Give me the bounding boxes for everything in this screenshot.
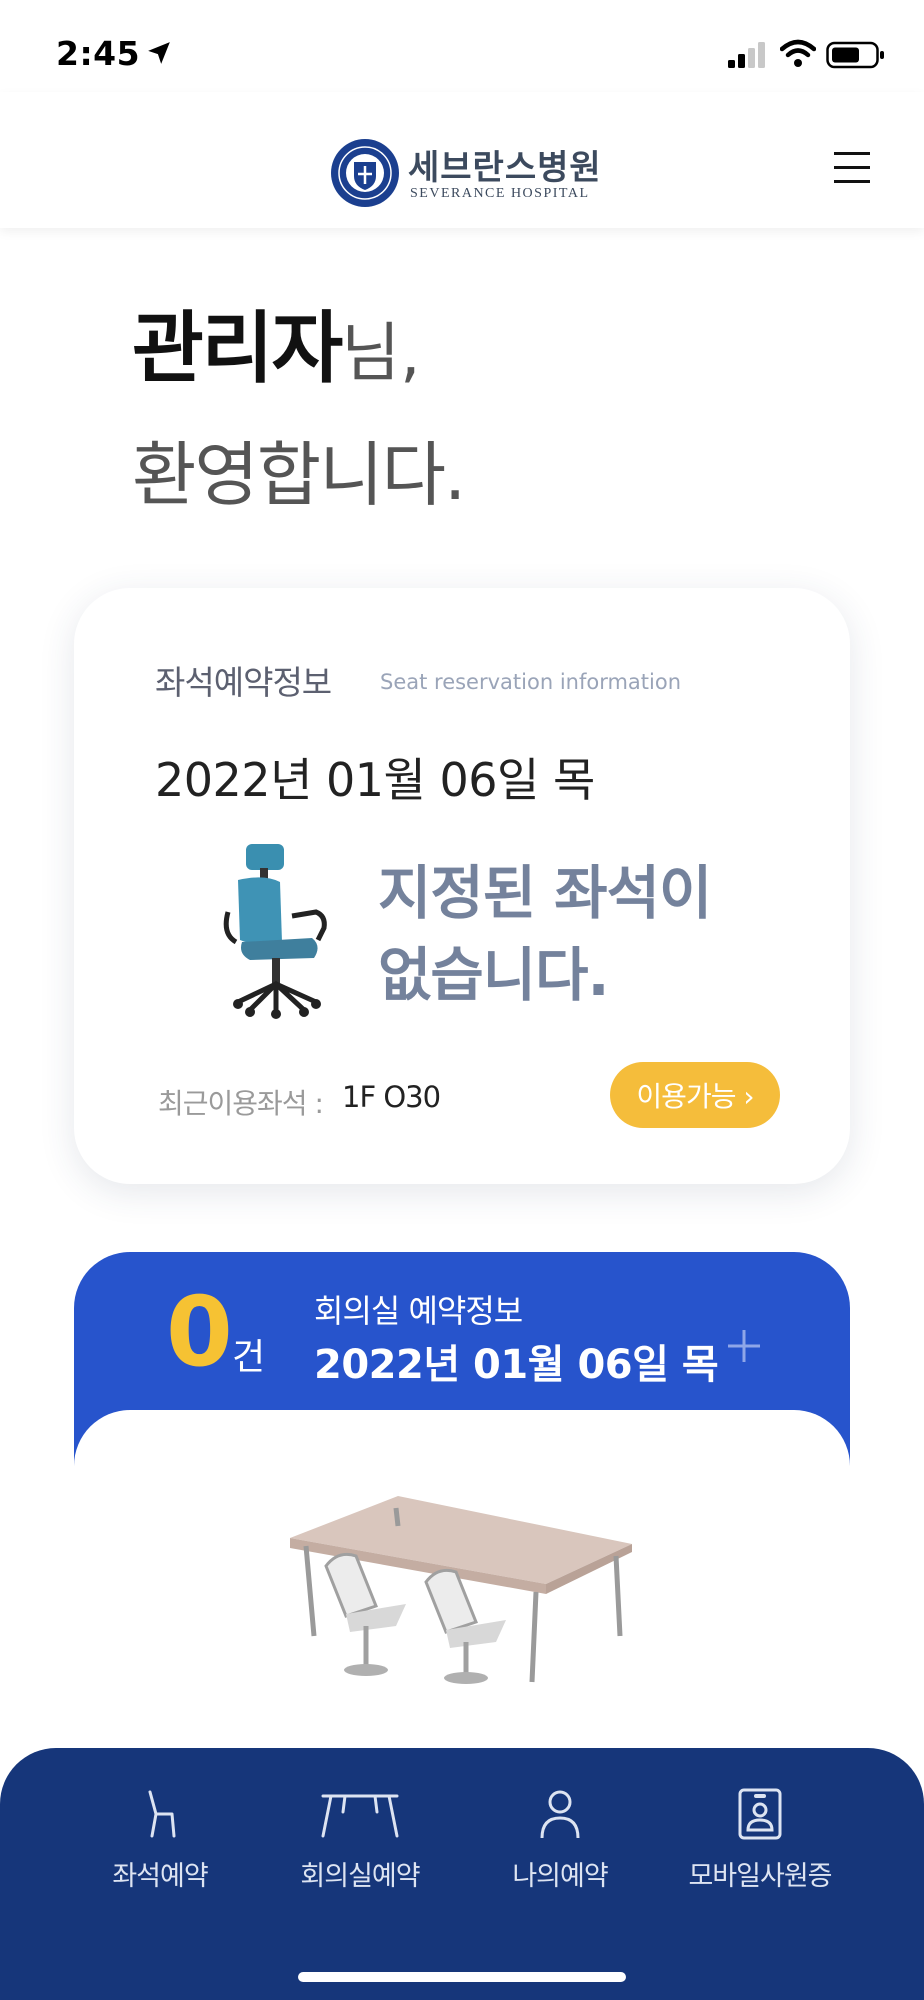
hamburger-menu-icon[interactable] <box>832 150 872 186</box>
no-seat-message-line1: 지정된 좌석이 <box>378 859 712 927</box>
chair-icon <box>148 1790 176 1838</box>
battery-icon <box>826 41 884 69</box>
nav-item-my-reservation[interactable]: 나의예약 <box>460 1786 660 1896</box>
nav-label-my: 나의예약 <box>512 1861 608 1892</box>
logo-korean-text: 세브란스병원 <box>408 148 602 188</box>
greeting-name-line: 관리자님, <box>132 310 421 388</box>
greeting-welcome: 환영합니다. <box>132 434 466 516</box>
id-badge-icon <box>738 1788 782 1840</box>
person-icon <box>540 1790 580 1839</box>
no-seat-message-line2: 없습니다. <box>378 941 609 1009</box>
nav-label-id: 모바일사원증 <box>688 1861 832 1892</box>
nav-label-seat: 좌석예약 <box>112 1861 208 1892</box>
office-chair-illustration <box>223 844 327 1019</box>
seat-card-title: 좌석예약정보 <box>155 663 332 702</box>
user-name: 관리자 <box>132 304 343 394</box>
nav-item-mobile-id[interactable]: 모바일사원증 <box>660 1786 860 1896</box>
nav-label-meeting: 회의실예약 <box>300 1861 420 1892</box>
nav-item-meeting-room[interactable]: 회의실예약 <box>260 1786 460 1896</box>
available-button[interactable]: 이용가능 › <box>610 1062 780 1128</box>
seat-card-title-en: Seat reservation information <box>380 670 682 694</box>
logo-english-text: SEVERANCE HOSPITAL <box>410 186 590 201</box>
cellular-signal-icon <box>728 42 765 68</box>
meeting-card-date: 2022년 01월 06일 목 <box>314 1342 719 1388</box>
meeting-count: 0 <box>166 1276 233 1388</box>
wifi-icon <box>780 39 816 67</box>
plus-icon[interactable] <box>724 1326 764 1366</box>
meeting-table-illustration <box>290 1496 632 1684</box>
nav-item-seat-reservation[interactable]: 좌석예약 <box>60 1786 260 1896</box>
table-icon <box>321 1794 399 1838</box>
location-arrow-icon <box>148 42 170 64</box>
honorific: 님, <box>341 317 421 391</box>
home-indicator[interactable] <box>298 1972 626 1982</box>
meeting-count-unit: 건 <box>232 1337 266 1378</box>
status-time: 2:45 <box>56 34 141 73</box>
seat-card-date: 2022년 01월 06일 목 <box>155 753 595 807</box>
severance-emblem-logo <box>331 139 399 207</box>
meeting-card-title: 회의실 예약정보 <box>314 1292 523 1330</box>
recent-seat-label: 최근이용좌석 : <box>158 1087 324 1120</box>
recent-seat-value: 1F O30 <box>342 1080 441 1114</box>
